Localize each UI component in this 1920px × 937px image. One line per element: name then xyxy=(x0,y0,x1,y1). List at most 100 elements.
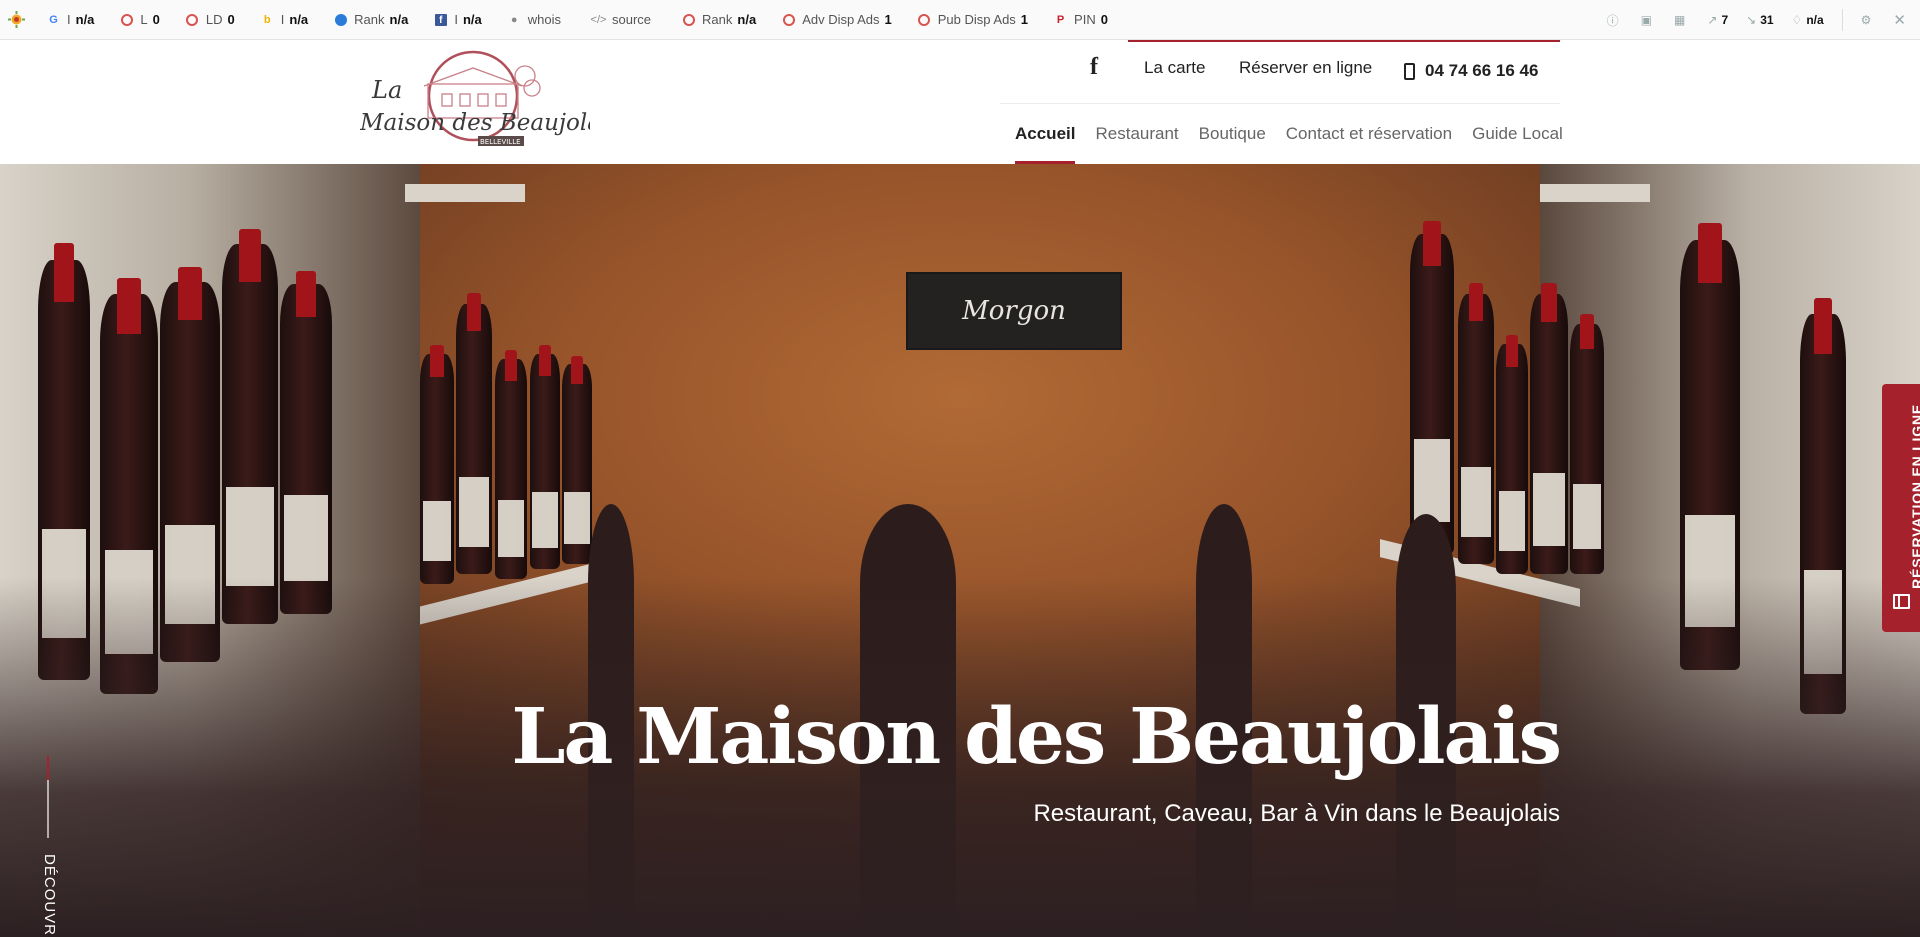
seo-value: 31 xyxy=(1760,13,1774,27)
seo-linking-domains[interactable]: LD 0 xyxy=(186,12,235,27)
diamond-icon: ♢ xyxy=(1791,13,1803,27)
seo-alexa-rank[interactable]: Rank n/a xyxy=(334,12,408,27)
seo-label: Rank xyxy=(702,12,733,27)
seo-pinterest[interactable]: P PIN 0 xyxy=(1054,12,1108,27)
seo-value: n/a xyxy=(462,12,482,27)
menu-card-link[interactable]: La carte xyxy=(1144,58,1205,78)
nav-item-accueil[interactable]: Accueil xyxy=(1015,124,1076,164)
facebook-icon: f xyxy=(434,13,447,26)
seo-toolbar: G I n/a L 0 LD 0 b I n/a Rank n/a f I n/… xyxy=(0,0,1920,40)
seo-label: I xyxy=(454,12,458,27)
seo-whois[interactable]: ● whois xyxy=(508,12,566,27)
phone-link[interactable]: 04 74 66 16 46 xyxy=(1404,61,1538,81)
hero-banner: Morgon La Maison des Beaujolais Restaura… xyxy=(0,164,1920,937)
wine-bottle xyxy=(1458,283,1494,564)
chalkboard-sign: Morgon xyxy=(906,272,1122,350)
external-link-icon: ↗ xyxy=(1707,13,1718,27)
seo-close[interactable]: ✕ xyxy=(1893,11,1910,29)
seo-info[interactable]: ⓘ xyxy=(1607,12,1623,29)
site-header: La Maison des Beaujolais BELLEVILLE f La… xyxy=(0,40,1920,164)
internal-link-icon: ↘ xyxy=(1746,13,1757,27)
seo-label: Adv Disp Ads xyxy=(802,12,880,27)
wine-bottle xyxy=(456,293,492,574)
seo-value: n/a xyxy=(389,12,409,27)
facebook-icon[interactable]: f xyxy=(1090,54,1098,81)
page-icon: ▦ xyxy=(1674,13,1686,27)
mobile-phone-icon xyxy=(1404,62,1415,80)
book-icon xyxy=(1893,594,1910,609)
wine-bottle xyxy=(1410,221,1454,554)
seo-label: I xyxy=(280,12,285,27)
seo-settings[interactable]: ⚙ xyxy=(1861,13,1876,27)
seo-adv-disp-ads[interactable]: Adv Disp Ads 1 xyxy=(782,12,892,27)
hero-subtitle: Restaurant, Caveau, Bar à Vin dans le Be… xyxy=(1033,800,1560,827)
seo-value: 0 xyxy=(152,12,160,27)
seo-extension-logo-icon[interactable] xyxy=(8,11,25,28)
discover-scroll-indicator[interactable]: DÉCOUVRIR xyxy=(38,756,60,937)
seo-value: 0 xyxy=(1100,12,1108,27)
wine-bottle xyxy=(280,270,332,614)
seo-value: n/a xyxy=(289,12,309,27)
seo-monitor[interactable]: ▣ xyxy=(1641,13,1656,27)
seo-facebook[interactable]: f I n/a xyxy=(434,12,482,27)
nav-item-guide-local[interactable]: Guide Local xyxy=(1472,124,1563,164)
wine-bottle xyxy=(562,356,592,564)
seo-label: PIN xyxy=(1074,12,1096,27)
wine-bottle xyxy=(1496,334,1528,574)
seo-pub-disp-ads[interactable]: Pub Disp Ads 1 xyxy=(918,12,1028,27)
circle-icon xyxy=(120,13,133,26)
seo-value: 1 xyxy=(1020,12,1029,27)
circle-icon xyxy=(186,13,199,26)
book-online-link[interactable]: Réserver en ligne xyxy=(1239,58,1372,78)
seo-links[interactable]: L 0 xyxy=(120,12,160,27)
wine-bottle xyxy=(1530,282,1568,574)
seo-value: n/a xyxy=(737,12,757,27)
phone-number: 04 74 66 16 46 xyxy=(1425,61,1539,80)
logo-text-la: La xyxy=(371,76,402,104)
seo-value: n/a xyxy=(75,12,95,27)
toolbar-divider xyxy=(1841,9,1843,31)
info-icon: ⓘ xyxy=(1606,13,1619,28)
google-icon: G xyxy=(49,13,58,26)
seo-value: 0 xyxy=(227,12,235,27)
seo-label: whois xyxy=(527,12,561,27)
seo-label: Rank xyxy=(354,12,385,27)
pinterest-icon: P xyxy=(1056,13,1065,26)
seo-bing-index[interactable]: b I n/a xyxy=(261,12,308,27)
main-navigation: Accueil Restaurant Boutique Contact et r… xyxy=(1015,124,1583,164)
site-logo[interactable]: La Maison des Beaujolais BELLEVILLE xyxy=(360,46,590,156)
seo-internal-links[interactable]: ↘ 31 xyxy=(1746,13,1773,27)
scroll-line-accent xyxy=(47,756,49,780)
seo-value: 7 xyxy=(1721,13,1729,27)
seo-label: L xyxy=(140,12,148,27)
seo-label: Pub Disp Ads xyxy=(937,12,1016,27)
seo-value: n/a xyxy=(1806,13,1824,27)
seo-diamond[interactable]: ♢ n/a xyxy=(1792,13,1824,27)
logo-subtext: BELLEVILLE xyxy=(480,138,521,146)
circle-icon xyxy=(918,13,931,26)
wine-bottle xyxy=(222,228,278,624)
wine-bottle xyxy=(420,344,454,584)
bing-icon: b xyxy=(263,13,271,26)
circle-icon xyxy=(782,13,795,26)
circle-icon xyxy=(682,13,695,26)
seo-label: I xyxy=(67,12,71,27)
online-reservation-label: RÉSERVATION EN LIGNE xyxy=(1909,404,1920,589)
nav-item-contact[interactable]: Contact et réservation xyxy=(1286,124,1452,164)
gear-icon: ⚙ xyxy=(1860,13,1872,27)
header-topbar: f La carte Réserver en ligne 04 74 66 16… xyxy=(1000,40,1560,104)
topbar-accent-line xyxy=(1128,40,1560,42)
nav-item-boutique[interactable]: Boutique xyxy=(1199,124,1266,164)
seo-page[interactable]: ▦ xyxy=(1674,13,1689,27)
seo-semrush-rank[interactable]: Rank n/a xyxy=(682,12,756,27)
nav-item-restaurant[interactable]: Restaurant xyxy=(1095,124,1178,164)
online-reservation-tab[interactable]: RÉSERVATION EN LIGNE xyxy=(1882,384,1920,632)
seo-external-links[interactable]: ↗ 7 xyxy=(1707,13,1728,27)
seo-toolbar-right: ⓘ ▣ ▦ ↗ 7 ↘ 31 ♢ n/a ⚙ ✕ xyxy=(1589,0,1910,40)
seo-value: 1 xyxy=(884,12,892,27)
logo-text-main: Maison des Beaujolais xyxy=(360,110,590,136)
seo-google-index[interactable]: G I n/a xyxy=(47,12,94,27)
seo-source[interactable]: </> source xyxy=(591,12,656,27)
wine-bottle xyxy=(495,350,527,579)
discover-label: DÉCOUVRIR xyxy=(41,854,58,937)
